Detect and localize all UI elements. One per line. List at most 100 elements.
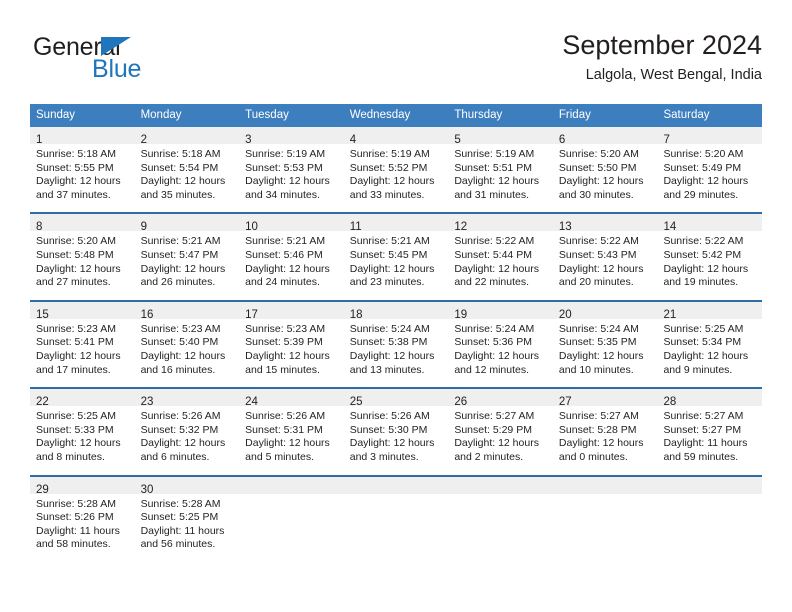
day-cell[interactable]: 17 Sunrise: 5:23 AM Sunset: 5:39 PM Dayl… <box>239 301 344 388</box>
daylight-text-line1: Daylight: 12 hours <box>558 437 644 450</box>
day-cell[interactable]: 7 Sunrise: 5:20 AM Sunset: 5:49 PM Dayli… <box>657 127 763 213</box>
day-cell[interactable]: 25 Sunrise: 5:26 AM Sunset: 5:30 PM Dayl… <box>343 389 449 475</box>
daylight-text-line1: Daylight: 11 hours <box>36 524 120 537</box>
daylight-text-line2: and 24 minutes. <box>245 276 320 289</box>
day-cell-empty <box>343 476 449 562</box>
day-cell[interactable]: 27 Sunrise: 5:27 AM Sunset: 5:28 PM Dayl… <box>552 389 658 475</box>
day-number-band: 14 <box>657 214 763 233</box>
day-cell[interactable]: 28 Sunrise: 5:27 AM Sunset: 5:27 PM Dayl… <box>657 389 763 475</box>
day-number-band: 29 <box>30 476 135 496</box>
daylight-text-line1: Daylight: 12 hours <box>36 349 121 362</box>
day-cell[interactable]: 18 Sunrise: 5:24 AM Sunset: 5:38 PM Dayl… <box>343 301 449 388</box>
day-cell[interactable]: 20 Sunrise: 5:24 AM Sunset: 5:35 PM Dayl… <box>552 301 658 388</box>
day-number-band: 6 <box>552 127 658 146</box>
day-cell[interactable]: 16 Sunrise: 5:23 AM Sunset: 5:40 PM Dayl… <box>134 301 240 388</box>
sunrise-text: Sunrise: 5:27 AM <box>454 410 535 423</box>
sunset-text: Sunset: 5:40 PM <box>140 336 219 349</box>
daylight-text-line2: and 8 minutes. <box>36 450 105 463</box>
week-row: 29 Sunrise: 5:28 AM Sunset: 5:26 PM Dayl… <box>30 474 763 562</box>
weekday-header-row: Sunday Monday Tuesday Wednesday Thursday… <box>30 104 762 127</box>
day-cell[interactable]: 9 Sunrise: 5:21 AM Sunset: 5:47 PM Dayli… <box>134 214 240 300</box>
day-cell[interactable]: 4 Sunrise: 5:19 AM Sunset: 5:52 PM Dayli… <box>343 127 449 213</box>
sunset-text: Sunset: 5:34 PM <box>663 336 742 349</box>
day-number-band: 4 <box>343 127 449 146</box>
weekday-header-monday: Monday <box>140 109 182 121</box>
day-cell[interactable]: 5 Sunrise: 5:19 AM Sunset: 5:51 PM Dayli… <box>448 127 553 213</box>
day-cell-empty <box>657 476 763 562</box>
daylight-text-line1: Daylight: 12 hours <box>36 175 121 188</box>
day-cell[interactable]: 10 Sunrise: 5:21 AM Sunset: 5:46 PM Dayl… <box>239 214 344 300</box>
daylight-text-line1: Daylight: 12 hours <box>140 175 226 188</box>
day-cell[interactable]: 13 Sunrise: 5:22 AM Sunset: 5:43 PM Dayl… <box>552 214 658 300</box>
day-cell[interactable]: 11 Sunrise: 5:21 AM Sunset: 5:45 PM Dayl… <box>343 214 449 300</box>
day-cell[interactable]: 8 Sunrise: 5:20 AM Sunset: 5:48 PM Dayli… <box>30 214 135 300</box>
sunrise-text: Sunrise: 5:21 AM <box>245 235 326 248</box>
day-cell[interactable]: 6 Sunrise: 5:20 AM Sunset: 5:50 PM Dayli… <box>552 127 658 213</box>
title-block: September 2024 Lalgola, West Bengal, Ind… <box>562 28 762 85</box>
day-details: Sunrise: 5:25 AM Sunset: 5:33 PM Dayligh… <box>30 406 135 474</box>
day-cell[interactable]: 22 Sunrise: 5:25 AM Sunset: 5:33 PM Dayl… <box>30 389 135 475</box>
sunset-text: Sunset: 5:27 PM <box>663 423 742 436</box>
day-details: Sunrise: 5:28 AM Sunset: 5:25 PM Dayligh… <box>135 494 240 562</box>
sunset-text: Sunset: 5:43 PM <box>558 248 637 261</box>
day-cell[interactable]: 2 Sunrise: 5:18 AM Sunset: 5:54 PM Dayli… <box>134 127 240 213</box>
daylight-text-line1: Daylight: 12 hours <box>454 262 539 275</box>
daylight-text-line1: Daylight: 12 hours <box>558 175 644 188</box>
daylight-text-line2: and 23 minutes. <box>349 276 425 289</box>
day-cell[interactable]: 26 Sunrise: 5:27 AM Sunset: 5:29 PM Dayl… <box>448 389 553 475</box>
day-number-band <box>657 476 763 494</box>
day-cell[interactable]: 30 Sunrise: 5:28 AM Sunset: 5:25 PM Dayl… <box>134 476 240 562</box>
day-details: Sunrise: 5:21 AM Sunset: 5:47 PM Dayligh… <box>135 231 240 299</box>
sunrise-text: Sunrise: 5:20 AM <box>558 148 639 160</box>
day-number: 16 <box>140 308 154 321</box>
day-cell[interactable]: 23 Sunrise: 5:26 AM Sunset: 5:32 PM Dayl… <box>134 389 240 475</box>
sunrise-text: Sunrise: 5:25 AM <box>36 410 116 423</box>
daylight-text-line1: Daylight: 12 hours <box>349 175 435 188</box>
day-cell[interactable]: 3 Sunrise: 5:19 AM Sunset: 5:53 PM Dayli… <box>239 127 344 213</box>
day-details: Sunrise: 5:19 AM Sunset: 5:52 PM Dayligh… <box>344 144 449 212</box>
sunset-text: Sunset: 5:32 PM <box>140 423 219 436</box>
day-cell-empty <box>448 476 553 562</box>
day-number: 20 <box>558 308 572 321</box>
daylight-text-line2: and 26 minutes. <box>140 276 216 289</box>
day-cell[interactable]: 24 Sunrise: 5:26 AM Sunset: 5:31 PM Dayl… <box>239 389 344 475</box>
sunrise-text: Sunrise: 5:23 AM <box>36 322 116 335</box>
day-number: 29 <box>36 483 49 496</box>
daylight-text-line1: Daylight: 12 hours <box>558 349 644 362</box>
day-number-band: 18 <box>343 301 449 321</box>
day-number-band <box>552 476 658 494</box>
sunset-text: Sunset: 5:38 PM <box>349 336 428 349</box>
day-details: Sunrise: 5:21 AM Sunset: 5:45 PM Dayligh… <box>344 231 449 299</box>
day-cell[interactable]: 29 Sunrise: 5:28 AM Sunset: 5:26 PM Dayl… <box>30 476 135 562</box>
day-cell-empty <box>552 476 658 562</box>
day-details: Sunrise: 5:18 AM Sunset: 5:55 PM Dayligh… <box>30 144 135 212</box>
day-details <box>448 494 553 561</box>
day-cell[interactable]: 15 Sunrise: 5:23 AM Sunset: 5:41 PM Dayl… <box>30 301 135 388</box>
day-number: 3 <box>245 134 252 146</box>
daylight-text-line2: and 27 minutes. <box>36 276 111 289</box>
daylight-text-line2: and 0 minutes. <box>558 450 628 463</box>
triangle-icon <box>101 37 131 56</box>
sunset-text: Sunset: 5:41 PM <box>36 336 114 349</box>
sunrise-text: Sunrise: 5:20 AM <box>663 148 744 160</box>
day-cell-empty <box>239 476 344 562</box>
day-cell[interactable]: 21 Sunrise: 5:25 AM Sunset: 5:34 PM Dayl… <box>657 301 763 388</box>
sunset-text: Sunset: 5:31 PM <box>245 423 323 436</box>
day-number: 8 <box>36 221 43 234</box>
day-cell[interactable]: 12 Sunrise: 5:22 AM Sunset: 5:44 PM Dayl… <box>448 214 553 300</box>
sunset-text: Sunset: 5:53 PM <box>245 161 323 174</box>
day-cell[interactable]: 14 Sunrise: 5:22 AM Sunset: 5:42 PM Dayl… <box>657 214 763 300</box>
daylight-text-line2: and 20 minutes. <box>558 276 634 289</box>
day-details: Sunrise: 5:22 AM Sunset: 5:42 PM Dayligh… <box>657 231 762 299</box>
day-cell[interactable]: 19 Sunrise: 5:24 AM Sunset: 5:36 PM Dayl… <box>448 301 553 388</box>
sunrise-text: Sunrise: 5:18 AM <box>36 148 116 160</box>
day-number: 23 <box>140 396 154 409</box>
day-number: 6 <box>558 134 566 146</box>
daylight-text-line2: and 2 minutes. <box>454 450 524 463</box>
day-number-band: 15 <box>30 301 135 321</box>
sunset-text: Sunset: 5:25 PM <box>140 511 219 524</box>
day-details: Sunrise: 5:26 AM Sunset: 5:31 PM Dayligh… <box>239 406 344 474</box>
brand-logo: General Blue <box>33 34 203 88</box>
sunset-text: Sunset: 5:49 PM <box>663 161 742 174</box>
day-cell[interactable]: 1 Sunrise: 5:18 AM Sunset: 5:55 PM Dayli… <box>30 127 135 213</box>
